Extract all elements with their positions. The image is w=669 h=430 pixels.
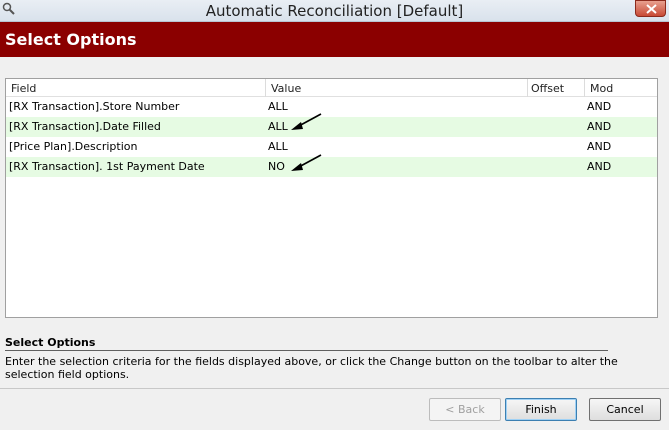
column-header-offset[interactable]: Offset <box>531 82 564 95</box>
cell-field: [Price Plan].Description <box>9 140 138 153</box>
annotation-arrow-icon <box>291 154 322 171</box>
divider <box>5 350 608 351</box>
options-grid[interactable]: Field Value Offset Mod [RX Transaction].… <box>5 78 658 318</box>
info-title: Select Options <box>5 336 96 349</box>
close-icon <box>646 4 657 14</box>
column-header-mod[interactable]: Mod <box>590 82 613 95</box>
cell-field: [RX Transaction]. 1st Payment Date <box>9 160 205 173</box>
cell-mod: AND <box>587 100 612 113</box>
annotation-arrow-icon <box>291 113 322 130</box>
table-row[interactable]: [Price Plan].Description ALL AND <box>6 137 657 157</box>
window-title: Automatic Reconciliation [Default] <box>205 2 464 20</box>
column-header-field[interactable]: Field <box>11 82 36 95</box>
divider <box>0 388 669 389</box>
cell-value: ALL <box>268 120 288 133</box>
cell-mod: AND <box>587 160 612 173</box>
close-button[interactable] <box>635 0 666 17</box>
table-row[interactable]: [RX Transaction].Date Filled ALL AND <box>6 117 657 137</box>
cell-mod: AND <box>587 140 612 153</box>
cell-field: [RX Transaction].Date Filled <box>9 120 161 133</box>
cell-value: NO <box>268 160 285 173</box>
column-header-value[interactable]: Value <box>271 82 301 95</box>
header-band: Select Options <box>0 22 669 57</box>
cancel-button[interactable]: Cancel <box>589 398 661 421</box>
finish-button[interactable]: Finish <box>505 398 577 421</box>
cell-field: [RX Transaction].Store Number <box>9 100 180 113</box>
grid-header: Field Value Offset Mod <box>6 79 657 97</box>
page-title: Select Options <box>5 30 137 49</box>
table-row[interactable]: [RX Transaction].Store Number ALL AND <box>6 97 657 117</box>
cell-mod: AND <box>587 120 612 133</box>
table-row[interactable]: [RX Transaction]. 1st Payment Date NO AN… <box>6 157 657 177</box>
title-bar: Automatic Reconciliation [Default] <box>0 0 669 22</box>
cell-value: ALL <box>268 100 288 113</box>
info-text: Enter the selection criteria for the fie… <box>5 355 618 381</box>
back-button[interactable]: < Back <box>429 398 501 421</box>
cell-value: ALL <box>268 140 288 153</box>
